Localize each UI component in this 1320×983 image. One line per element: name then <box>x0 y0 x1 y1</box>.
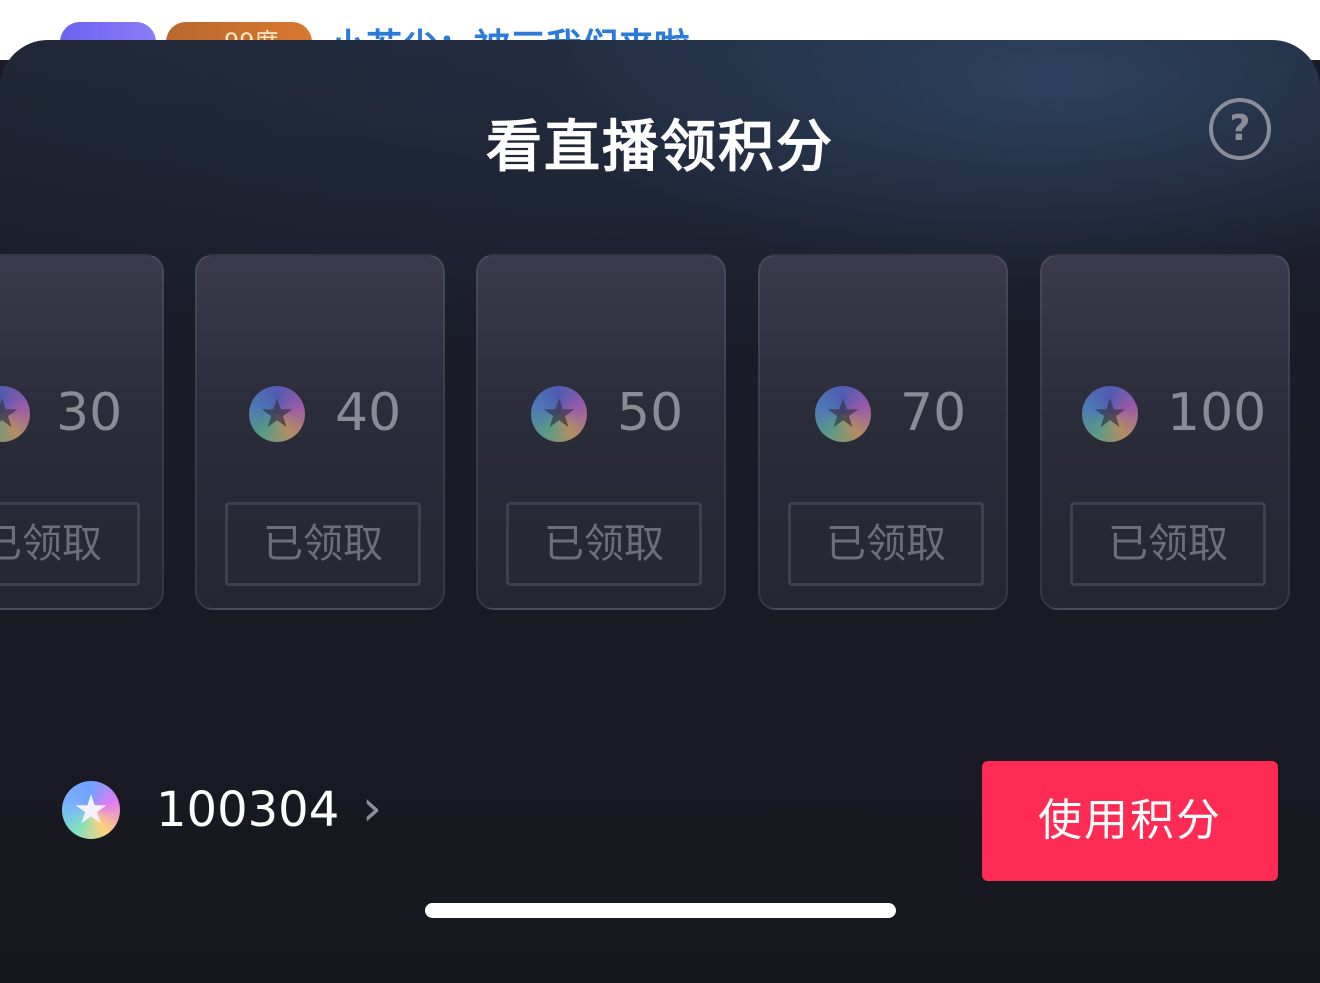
points-balance[interactable]: 100304 <box>156 780 339 840</box>
sheet-title: 看直播领积分 <box>486 115 834 180</box>
points-sheet: 看直播领积分 ? 30 已领取 40 已领取 50 已领取 70 已领取 100… <box>0 40 1320 983</box>
star-coin-icon <box>1082 386 1138 442</box>
reward-amount: 30 <box>56 383 123 443</box>
claimed-button[interactable]: 已领取 <box>225 502 421 586</box>
reward-card-100[interactable]: 100 已领取 <box>1040 254 1290 610</box>
question-circle-icon[interactable]: ? <box>1209 98 1271 160</box>
star-coin-icon <box>815 386 871 442</box>
reward-card-70[interactable]: 70 已领取 <box>758 254 1008 610</box>
reward-card-30[interactable]: 30 已领取 <box>0 254 164 610</box>
claimed-button[interactable]: 已领取 <box>0 502 140 586</box>
chevron-right-icon[interactable]: › <box>362 776 382 840</box>
reward-amount: 50 <box>617 383 684 443</box>
claimed-button[interactable]: 已领取 <box>1070 502 1266 586</box>
claimed-button[interactable]: 已领取 <box>788 502 984 586</box>
reward-card-40[interactable]: 40 已领取 <box>195 254 445 610</box>
reward-card-50[interactable]: 50 已领取 <box>476 254 726 610</box>
home-indicator[interactable] <box>425 903 896 918</box>
reward-amount: 100 <box>1167 383 1267 443</box>
reward-amount: 40 <box>335 383 402 443</box>
star-coin-icon <box>249 386 305 442</box>
star-coin-icon <box>531 386 587 442</box>
claimed-button[interactable]: 已领取 <box>506 502 702 586</box>
use-points-button[interactable]: 使用积分 <box>982 761 1278 881</box>
reward-amount: 70 <box>900 383 967 443</box>
star-coin-icon <box>0 386 30 442</box>
star-coin-icon <box>62 781 120 839</box>
